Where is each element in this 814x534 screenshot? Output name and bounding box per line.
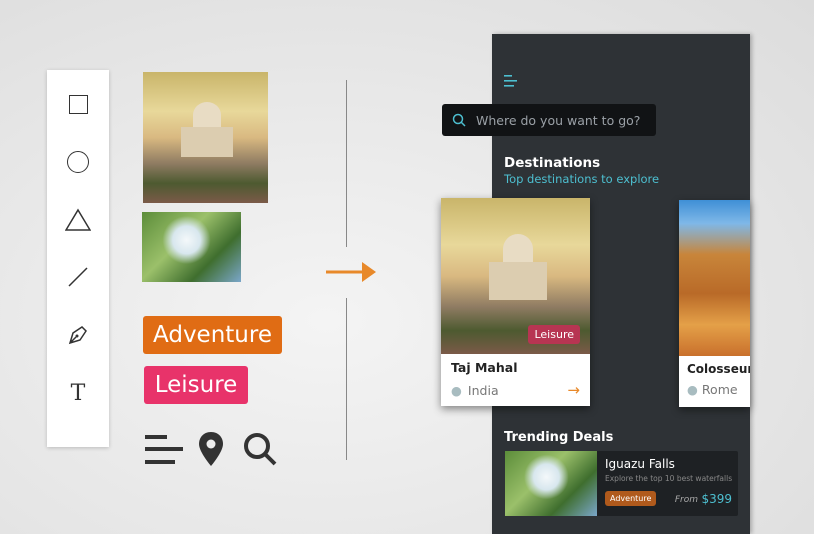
card-location: India [467,382,499,398]
destinations-title: Destinations [504,155,601,171]
arrow-right-icon[interactable]: → [567,381,580,399]
card-title: Taj Mahal [451,360,518,375]
search-icon [452,113,466,127]
menu-icon[interactable] [145,433,185,471]
card-location: Rome [701,382,738,397]
leisure-badge: Leisure [528,325,580,344]
search-placeholder: Where do you want to go? [476,112,641,128]
search-input[interactable]: Where do you want to go? [442,104,656,136]
destinations-subtitle: Top destinations to explore [504,172,660,186]
arrow-right-icon [326,260,378,288]
deal-card[interactable]: Iguazu Falls Explore the top 10 best wat… [505,451,738,516]
tools-panel: T [47,70,109,447]
deal-image [505,451,597,516]
adventure-tag-asset[interactable]: Adventure [143,316,282,354]
divider [346,80,347,247]
triangle-tool-icon[interactable] [64,206,92,234]
hamburger-menu-icon[interactable] [504,73,518,92]
taj-mahal-image[interactable] [143,72,268,203]
trending-deals-title: Trending Deals [504,430,614,445]
adventure-badge: Adventure [605,491,657,506]
deal-price: $399 [701,492,732,506]
pen-tool-icon[interactable] [64,321,92,349]
location-pin-icon: ● [451,382,462,398]
text-tool-icon[interactable]: T [64,379,92,407]
map-pin-icon[interactable] [197,430,225,472]
search-icon[interactable] [242,431,278,471]
iguazu-falls-image[interactable] [142,212,241,282]
rectangle-tool-icon[interactable] [64,90,92,118]
destination-card-colosseum[interactable]: Colosseum ●Rome [679,200,750,407]
ellipse-tool-icon[interactable] [64,148,92,176]
deal-title: Iguazu Falls [605,457,675,471]
deal-description: Explore the top 10 best waterfalls [605,474,733,483]
price-from-label: From [674,495,698,505]
card-title: Colosseum [687,362,750,376]
destination-card-taj-mahal[interactable]: Leisure Taj Mahal ● India → [441,198,590,406]
location-pin-icon: ● [687,382,698,397]
leisure-tag-asset[interactable]: Leisure [144,366,248,404]
divider [346,298,347,460]
line-tool-icon[interactable] [64,263,92,291]
